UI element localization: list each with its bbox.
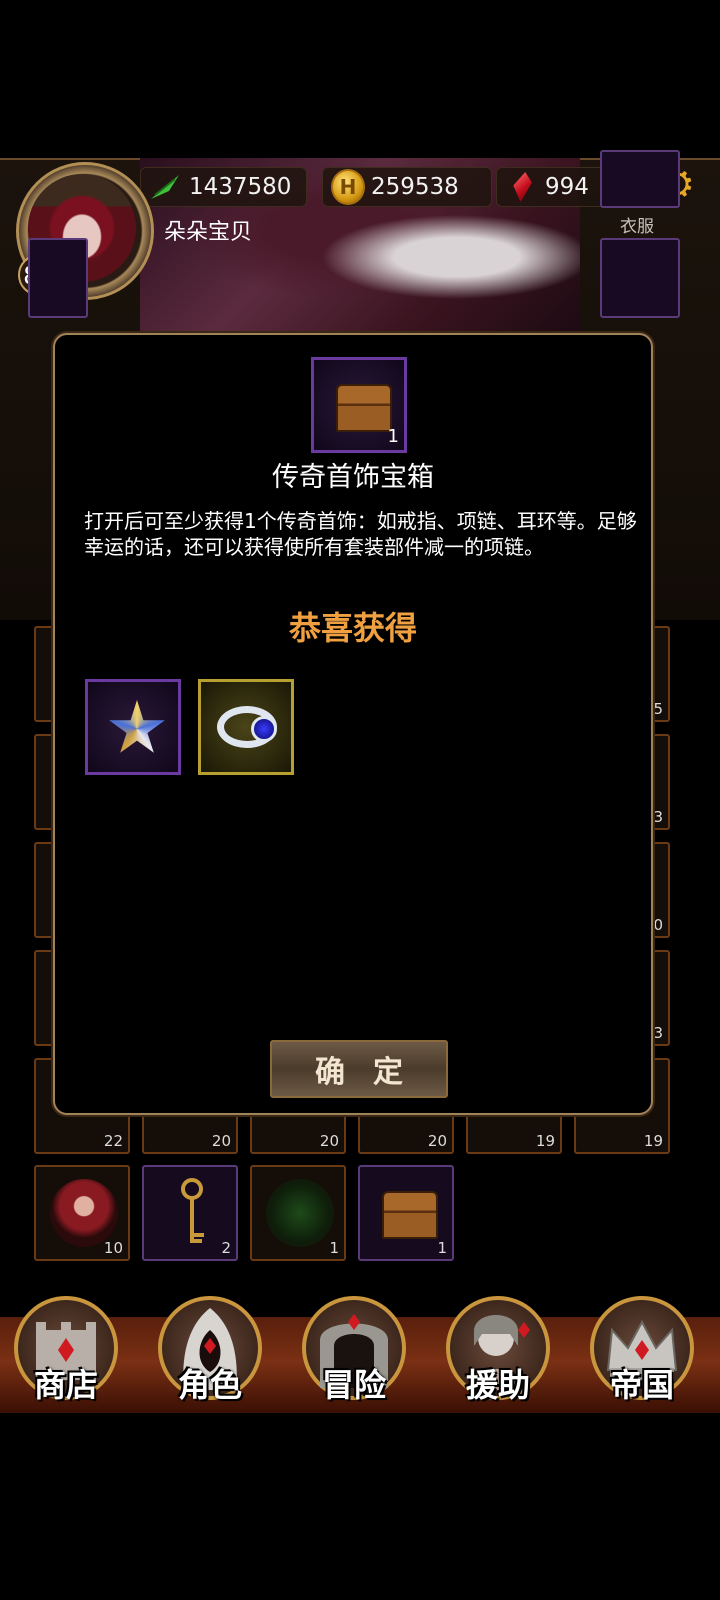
item-count: 3 xyxy=(653,1024,663,1042)
confirm-button[interactable]: 确定 xyxy=(270,1040,448,1098)
opened-item-count: 1 xyxy=(387,426,399,447)
vine-creature-icon xyxy=(266,1179,334,1247)
left-equip-slot[interactable] xyxy=(28,238,88,318)
character-portrait-icon xyxy=(50,1179,118,1247)
gold-key-icon xyxy=(174,1177,210,1253)
item-count: 20 xyxy=(319,1132,339,1150)
player-name: 朵朵宝贝 xyxy=(164,220,253,245)
inventory-slot[interactable]: 1 xyxy=(250,1165,346,1261)
inventory-slot[interactable]: 1 xyxy=(358,1165,454,1261)
item-count: 5 xyxy=(653,700,663,718)
red-gem-icon xyxy=(505,170,539,204)
power-bar: 1437580 xyxy=(140,167,307,207)
item-count: 19 xyxy=(535,1132,555,1150)
item-count: 1 xyxy=(329,1239,339,1257)
gold-bar: H 259538 xyxy=(322,167,492,207)
congrats-heading: 恭喜获得 xyxy=(288,609,417,647)
nav-shop-label: 商店 xyxy=(33,1366,98,1404)
item-count: 10 xyxy=(103,1239,123,1257)
sapphire-gem-icon xyxy=(251,716,277,742)
nav-assist-label: 援助 xyxy=(465,1366,530,1404)
treasure-chest-icon xyxy=(336,384,392,432)
item-count: 20 xyxy=(427,1132,447,1150)
gold-value: 259538 xyxy=(371,174,459,200)
item-count: 22 xyxy=(103,1132,123,1150)
reward-slot[interactable] xyxy=(85,679,181,775)
gold-coin-icon: H xyxy=(331,169,365,205)
inventory-slot[interactable]: 10 xyxy=(34,1165,130,1261)
nav-character-label: 角色 xyxy=(177,1366,242,1404)
item-title: 传奇首饰宝箱 xyxy=(272,462,434,493)
opened-item-slot: 1 xyxy=(311,357,407,453)
green-feather-icon xyxy=(149,170,183,204)
boots-slot[interactable] xyxy=(600,238,680,318)
power-value: 1437580 xyxy=(189,174,292,200)
item-count: 19 xyxy=(643,1132,663,1150)
treasure-chest-icon xyxy=(382,1191,438,1239)
nav-adventure-label: 冒险 xyxy=(321,1366,386,1404)
clothes-label: 衣服 xyxy=(620,217,654,237)
nav-empire-label: 帝国 xyxy=(609,1366,674,1404)
item-count: 20 xyxy=(211,1132,231,1150)
item-count: 3 xyxy=(653,808,663,826)
gem-value: 994 xyxy=(545,174,589,200)
item-count: 0 xyxy=(653,916,663,934)
item-count: 1 xyxy=(437,1239,447,1257)
item-description: 打开后可至少获得1个传奇首饰：如戒指、项链、耳环等。足够幸运的话，还可以获得使所… xyxy=(84,509,637,559)
clothes-slot[interactable] xyxy=(600,150,680,208)
item-count: 2 xyxy=(221,1239,231,1257)
reward-slot[interactable] xyxy=(198,679,294,775)
star-amulet-icon xyxy=(109,700,165,753)
inventory-slot[interactable]: 2 xyxy=(142,1165,238,1261)
